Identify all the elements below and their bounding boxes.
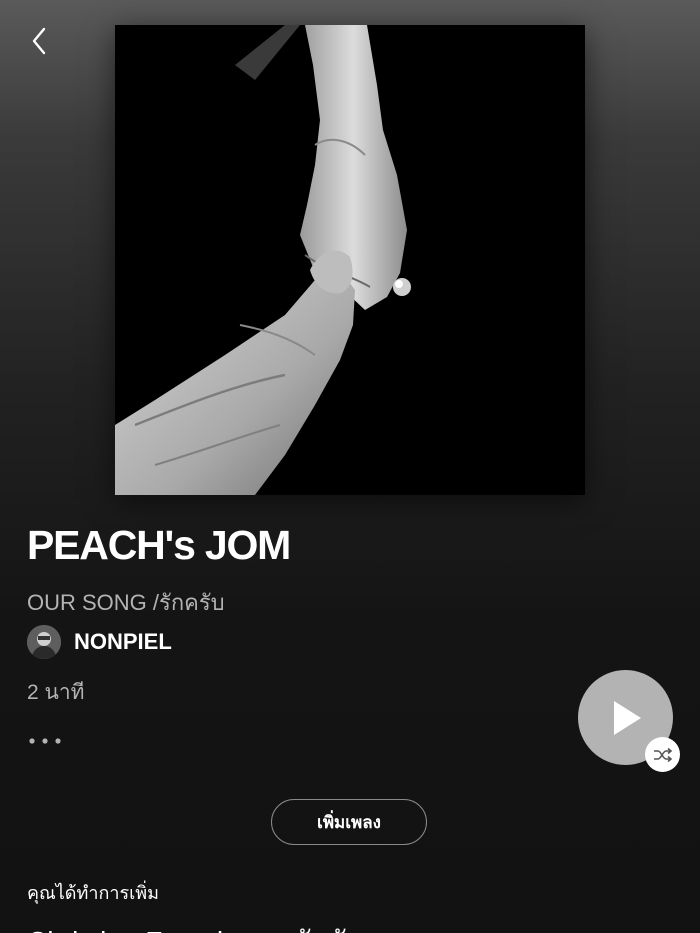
play-icon [613,700,641,735]
cover-art-image [115,25,585,495]
playlist-page: PEACH's JOM OUR SONG /รักครับ NONPIEL 2 … [0,0,700,933]
add-song-button[interactable]: เพิ่มเพลง [271,799,427,845]
more-horizontal-icon [29,738,61,744]
owner-name: NONPIEL [74,629,172,654]
playlist-description: OUR SONG /รักครับ [27,590,225,615]
track-title[interactable]: Christian French ดูแลกับฉัน [27,920,367,933]
playlist-cover-art [115,25,585,495]
playlist-owner[interactable]: NONPIEL [27,625,172,659]
chevron-left-icon [32,27,46,55]
avatar [27,625,61,659]
back-button[interactable] [22,24,56,58]
shuffle-button[interactable] [645,737,680,772]
playlist-duration: 2 นาที [27,681,85,704]
playlist-title: PEACH's JOM [27,522,291,568]
more-options-button[interactable] [27,726,67,756]
you-added-label: คุณได้ทำการเพิ่ม [27,883,160,903]
avatar-image [27,625,61,659]
shuffle-icon [653,747,672,762]
